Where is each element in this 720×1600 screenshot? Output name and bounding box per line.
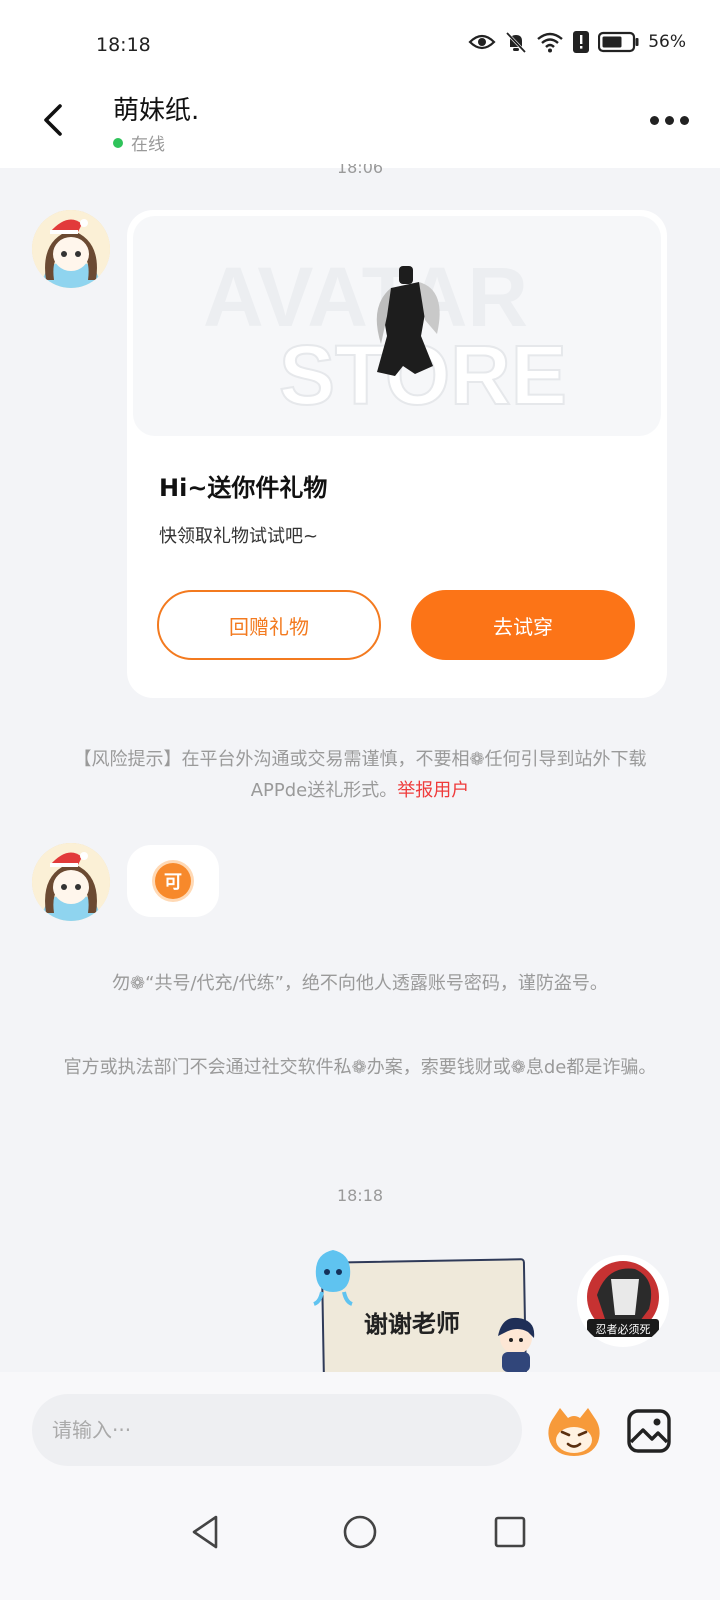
more-options-button[interactable] [650, 110, 690, 130]
svg-text:忍者必须死: 忍者必须死 [596, 1323, 651, 1336]
avatar-store-banner[interactable]: AVATAR STORE [133, 216, 661, 436]
nav-recent-icon [494, 1516, 526, 1548]
back-button[interactable] [36, 100, 72, 140]
security-warning: 勿❁“共号/代充/代练”，绝不向他人透露账号密码，谨防盗号。 [112, 973, 608, 994]
nav-back-icon [192, 1515, 218, 1549]
alert-icon [572, 30, 590, 54]
fraud-warning: 官方或执法部门不会通过社交软件私❁办案，索要钱财或❁息de都是诈骗。 [63, 1057, 657, 1078]
nav-home-button[interactable] [340, 1512, 380, 1552]
risk-notice: 【风险提示】在平台外沟通或交易需谨慎，不要相❁任何引导到站外下载APPde送礼形… [60, 744, 660, 806]
more-dots-icon [650, 115, 659, 125]
gift-card[interactable]: AVATAR STORE Hi~送你件礼物 快领取礼物试试吧~ 回赠礼物 去试穿 [127, 210, 667, 698]
online-status: 在线 [113, 130, 165, 155]
message-input[interactable] [32, 1394, 522, 1466]
contact-name[interactable]: 萌妹纸. [113, 90, 199, 127]
emoji-face-icon [548, 1408, 600, 1456]
avatar-store-graphic: AVATAR STORE [203, 250, 568, 423]
chibi-character-icon [498, 1317, 535, 1372]
nav-recent-button[interactable] [490, 1512, 530, 1552]
status-time: 18:18 [96, 34, 151, 56]
status-icons: 56% [468, 30, 686, 54]
my-avatar[interactable]: 忍者必须死 [577, 1255, 669, 1347]
blue-spirit-icon [313, 1250, 353, 1306]
battery-icon [598, 31, 640, 53]
sticker-message[interactable]: 谢谢老师 [300, 1240, 550, 1372]
sticker-text: 谢谢老师 [363, 1309, 461, 1340]
report-user-link[interactable]: 举报用户 [397, 780, 469, 801]
try-on-button[interactable]: 去试穿 [411, 590, 635, 660]
gift-card-subtitle: 快领取礼物试试吧~ [159, 526, 319, 547]
emoji-button[interactable] [544, 1402, 604, 1462]
ninja-game-avatar-icon: 忍者必须死 [577, 1255, 669, 1347]
online-dot-icon [113, 137, 123, 148]
chat-header: 萌妹纸. 在线 [0, 80, 720, 168]
battery-percent: 56% [648, 32, 686, 52]
nav-home-icon [343, 1515, 377, 1549]
online-status-label: 在线 [131, 135, 165, 155]
eye-icon [468, 32, 496, 52]
gift-card-title: Hi~送你件礼物 [159, 474, 328, 502]
timestamp: 18:18 [336, 1186, 384, 1205]
status-bar: 18:18 56% [0, 0, 720, 90]
risk-notice-text: 【风险提示】在平台外沟通或交易需谨慎，不要相❁任何引导到站外下载APPde送礼形… [73, 749, 647, 801]
mute-bell-icon [504, 30, 528, 54]
nav-back-button[interactable] [186, 1512, 226, 1552]
image-button[interactable] [626, 1408, 672, 1454]
anime-girl-avatar-icon [32, 210, 110, 288]
contact-avatar[interactable] [32, 843, 110, 921]
input-bar [0, 1372, 720, 1490]
contact-avatar[interactable] [32, 210, 110, 288]
system-nav-bar [0, 1490, 720, 1600]
anime-girl-avatar-icon [32, 843, 110, 921]
ok-emoji-icon: 可 [155, 863, 191, 899]
image-icon [627, 1409, 671, 1453]
return-gift-button[interactable]: 回赠礼物 [157, 590, 381, 660]
message-bubble[interactable]: 可 [127, 845, 219, 917]
wifi-icon [536, 31, 564, 53]
chevron-left-icon [44, 104, 62, 136]
